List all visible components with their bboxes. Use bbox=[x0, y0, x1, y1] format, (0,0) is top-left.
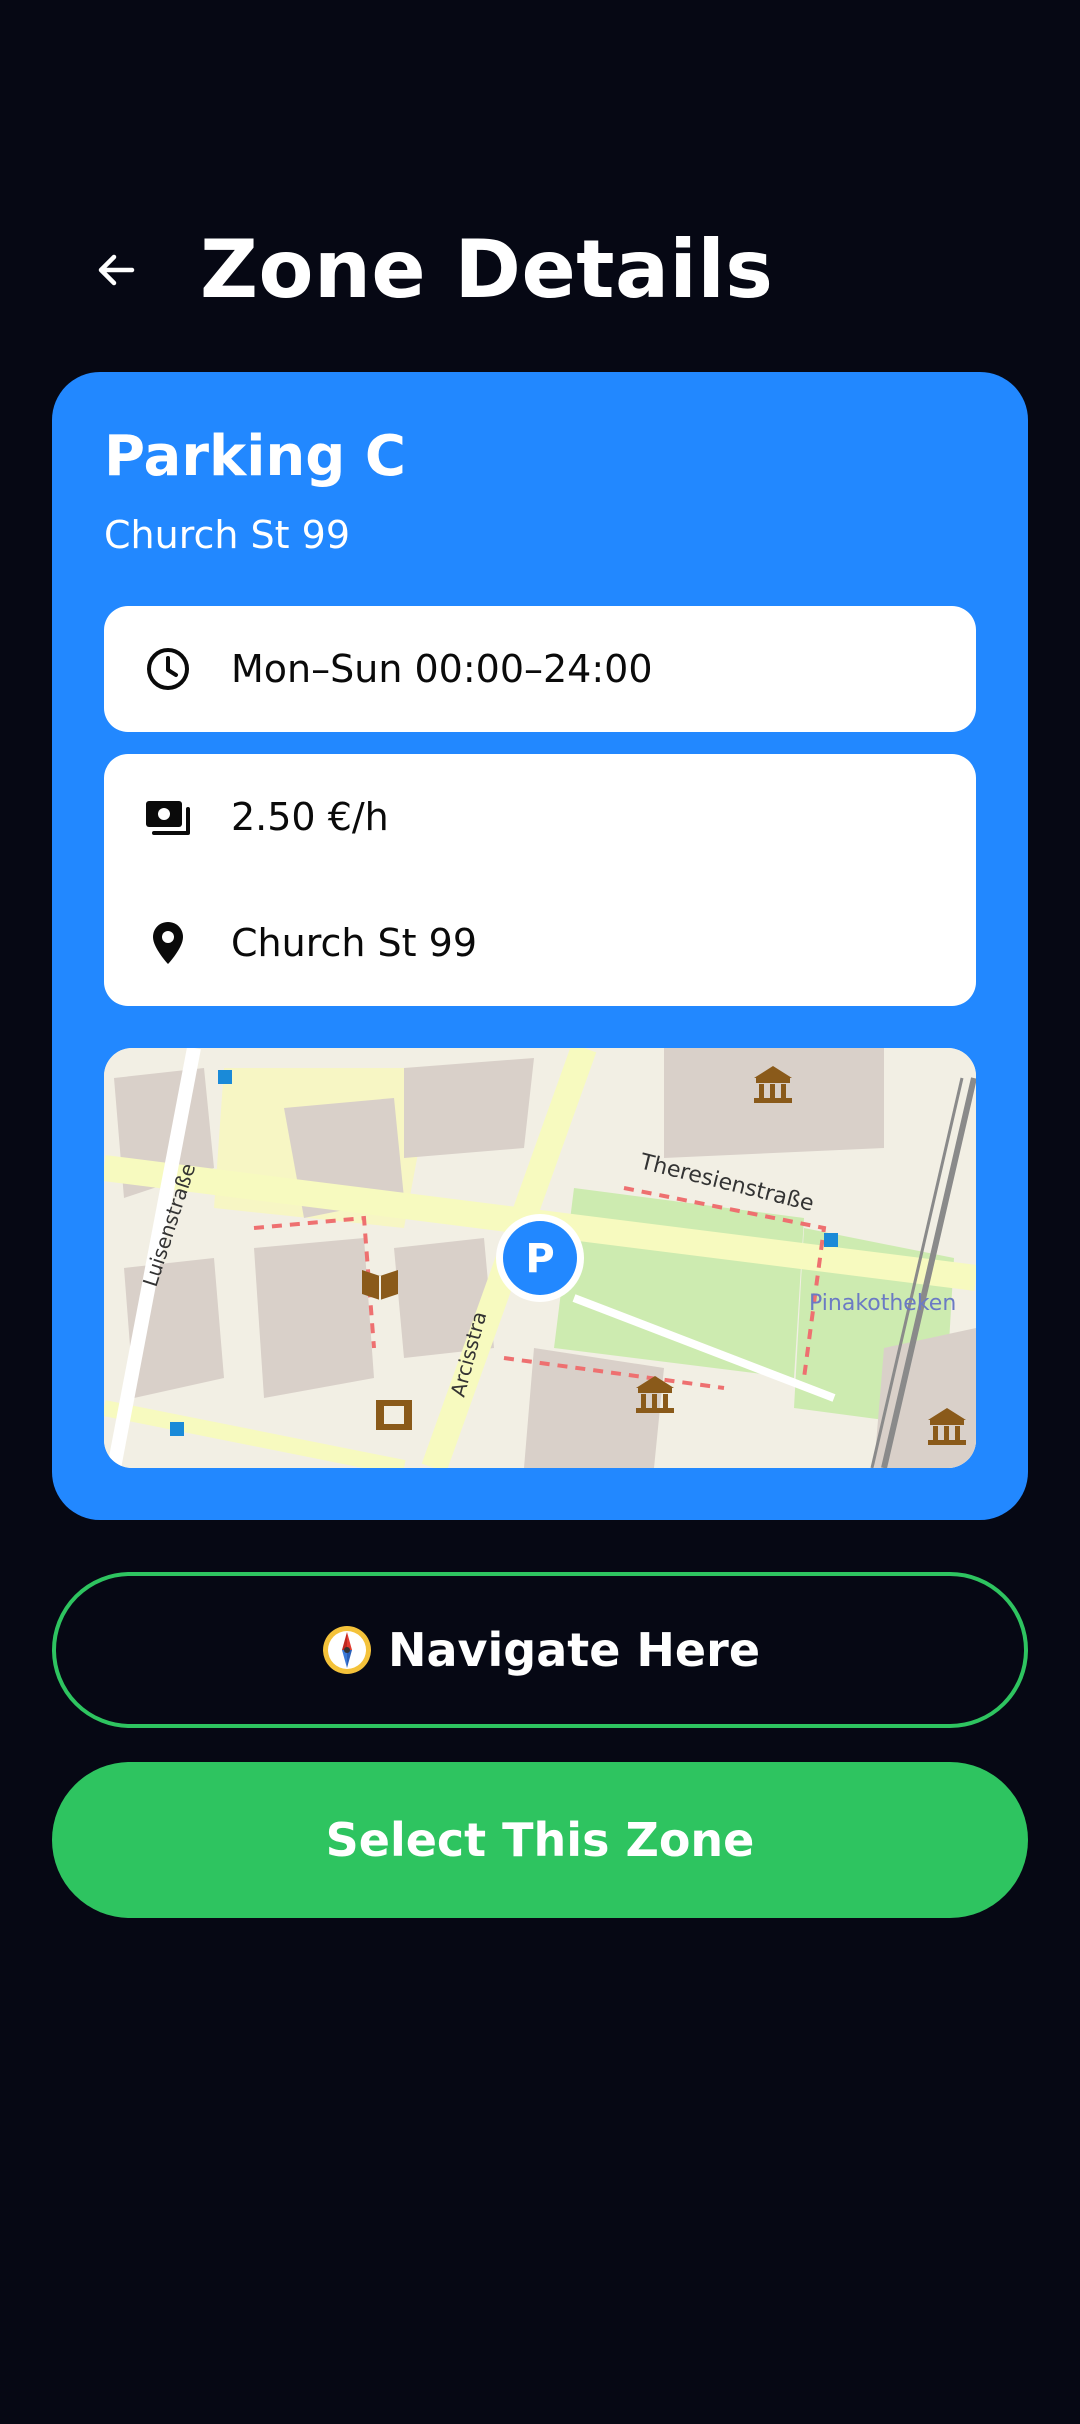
building bbox=[254, 1238, 374, 1398]
location-pin-icon bbox=[153, 922, 183, 964]
page-title: Zone Details bbox=[200, 223, 774, 316]
parking-marker-label: P bbox=[525, 1236, 554, 1282]
select-zone-button[interactable]: Select This Zone bbox=[52, 1762, 1028, 1918]
transit-stop-icon bbox=[170, 1422, 184, 1436]
compass-icon bbox=[322, 1626, 371, 1674]
location-text: Church St 99 bbox=[231, 921, 477, 965]
header: Zone Details bbox=[0, 200, 1080, 340]
hours-row: Mon–Sun 00:00–24:00 bbox=[104, 606, 976, 732]
navigate-label: Navigate Here bbox=[387, 1623, 761, 1677]
street-label: Pinakotheken bbox=[809, 1291, 956, 1316]
map-canvas: Luisenstraße Theresienstraße Arcisstra P… bbox=[104, 1048, 976, 1468]
zone-address: Church St 99 bbox=[104, 513, 350, 557]
building bbox=[404, 1058, 534, 1158]
clock-icon bbox=[147, 648, 189, 690]
map-preview[interactable]: Luisenstraße Theresienstraße Arcisstra P… bbox=[104, 1048, 976, 1468]
transit-stop-icon bbox=[824, 1233, 838, 1247]
navigate-button[interactable]: Navigate Here bbox=[52, 1572, 1028, 1728]
cinema-icon bbox=[376, 1400, 412, 1430]
money-icon bbox=[146, 801, 190, 835]
transit-stop-icon bbox=[218, 1070, 232, 1084]
hours-text: Mon–Sun 00:00–24:00 bbox=[231, 647, 653, 691]
zone-card: Parking C Church St 99 Mon–Sun 00:00–24:… bbox=[52, 372, 1028, 1520]
rate-text: 2.50 €/h bbox=[231, 795, 389, 839]
back-button[interactable] bbox=[80, 234, 152, 306]
parking-marker[interactable]: P bbox=[496, 1214, 584, 1302]
zone-name: Parking C bbox=[104, 424, 406, 489]
location-row: Church St 99 bbox=[104, 880, 976, 1006]
arrow-left-icon bbox=[98, 254, 135, 286]
select-zone-label: Select This Zone bbox=[325, 1813, 755, 1867]
rate-row: 2.50 €/h bbox=[104, 754, 976, 880]
